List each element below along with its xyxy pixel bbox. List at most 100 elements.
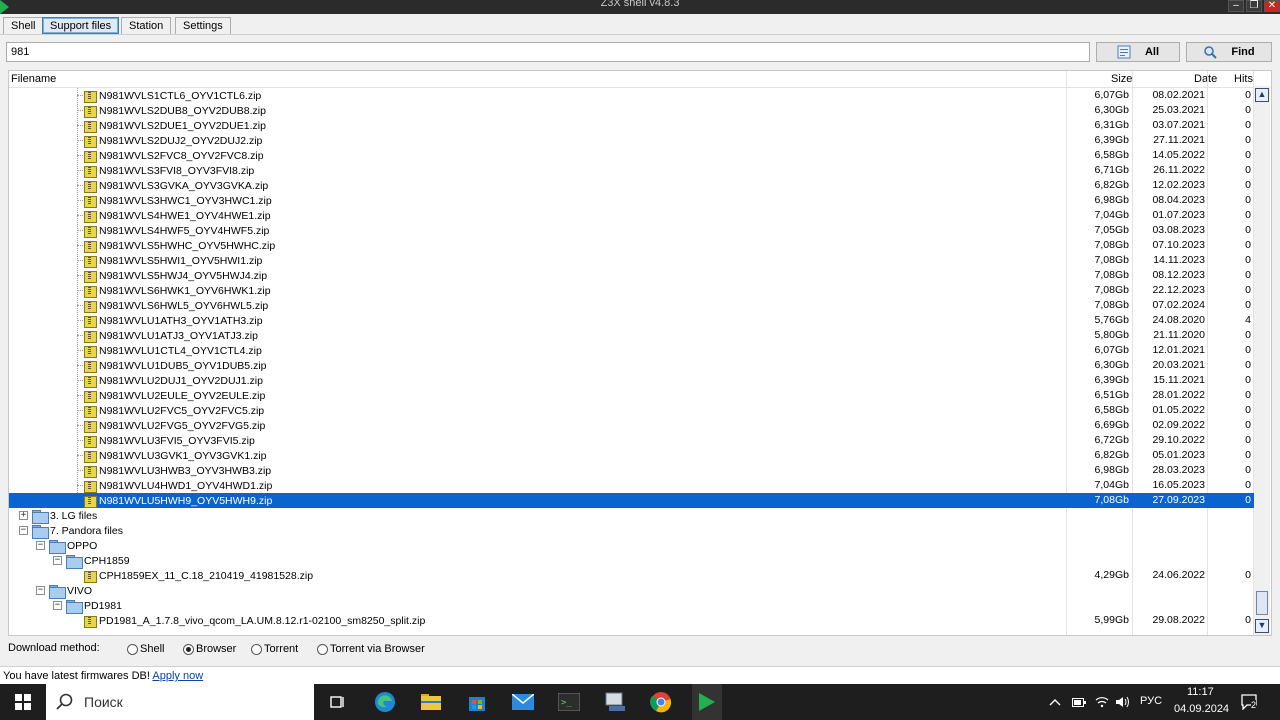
file-row[interactable]: N981WVLS5HWJ4_OYV5HWJ4.zip 7,08Gb 08.12.20… — [9, 268, 1254, 283]
radio-shell[interactable]: Shell — [127, 643, 164, 655]
volume-indicator[interactable] — [1114, 684, 1132, 720]
collapse-icon[interactable]: − — [19, 526, 28, 535]
radio-torrent[interactable]: Torrent — [251, 643, 298, 655]
row-name: N981WVLU1CTL4_OYV1CTL4.zip — [83, 343, 262, 358]
apply-now-link[interactable]: Apply now — [152, 670, 203, 682]
file-row[interactable]: N981WVLS3FVI8_OYV3FVI8.zip 6,71Gb 26.11.20… — [9, 163, 1254, 178]
radio-browser[interactable]: Browser — [183, 643, 236, 655]
file-row[interactable]: N981WVLS4HWF5_OYV4HWF5.zip 7,05Gb 03.08.20… — [9, 223, 1254, 238]
network-indicator[interactable] — [1093, 684, 1111, 720]
folder-row[interactable]: − 7. Pandora files — [9, 523, 1254, 539]
search-input[interactable] — [6, 42, 1090, 62]
file-row[interactable]: N981WVLS2DUJ2_OYV2DUJ2.zip 6,39Gb 27.11.20… — [9, 133, 1254, 148]
collapse-icon[interactable]: − — [36, 541, 45, 550]
tab-settings[interactable]: Settings — [175, 17, 231, 34]
file-row[interactable]: N981WVLU4HWD1_OYV4HWD1.zip 7,04Gb 16.05.20… — [9, 478, 1254, 493]
row-name: N981WVLS4HWE1_OYV4HWE1.zip — [83, 208, 271, 223]
file-row[interactable]: N981WVLU1ATH3_OYV1ATH3.zip 5,76Gb 24.08.20… — [9, 313, 1254, 328]
file-row[interactable]: N981WVLU3GVK1_OYV3GVK1.zip 6,82Gb 05.01.20… — [9, 448, 1254, 463]
mail-app-button[interactable] — [508, 684, 538, 720]
file-row[interactable]: N981WVLU3HWB3_OYV3HWB3.zip 6,98Gb 28.03.20… — [9, 463, 1254, 478]
z3x-shell-app-button[interactable] — [692, 684, 722, 720]
file-row[interactable]: N981WVLU1CTL4_OYV1CTL4.zip 6,07Gb 12.01.20… — [9, 343, 1254, 358]
file-hits: 0 — [1245, 104, 1251, 116]
zip-file-icon — [83, 105, 97, 118]
collapse-icon[interactable]: − — [53, 601, 62, 610]
all-button[interactable]: All — [1096, 42, 1180, 62]
taskbar-search[interactable]: Поиск — [46, 684, 314, 720]
terminal-app-button[interactable]: >_ — [554, 684, 584, 720]
file-row[interactable]: N981WVLU2DUJ1_OYV2DUJ1.zip 6,39Gb 15.11.20… — [9, 373, 1254, 388]
store-app-button[interactable] — [462, 684, 492, 720]
file-row[interactable]: N981WVLS6HWK1_OYV6HWK1.zip 7,08Gb 22.12.20… — [9, 283, 1254, 298]
file-row[interactable]: N981WVLU2FVG5_OYV2FVG5.zip 6,69Gb 02.09.20… — [9, 418, 1254, 433]
file-row[interactable]: N981WVLU5HWH9_OYV5HWH9.zip 7,08Gb 27.09.20… — [9, 493, 1254, 508]
column-size[interactable]: Size — [1111, 73, 1132, 85]
start-button[interactable] — [0, 684, 46, 720]
file-row[interactable]: N981WVLS3GVKA_OYV3GVKA.zip 6,82Gb 12.02.20… — [9, 178, 1254, 193]
radio-indicator[interactable] — [317, 643, 328, 655]
edge-app-button[interactable] — [370, 684, 400, 720]
collapse-icon[interactable]: − — [53, 556, 62, 565]
file-row[interactable]: N981WVLU3FVI5_OYV3FVI5.zip 6,72Gb 29.10.20… — [9, 433, 1254, 448]
vertical-scrollbar[interactable]: ▲ ▼ — [1254, 86, 1270, 635]
battery-indicator[interactable] — [1070, 684, 1088, 720]
file-row[interactable]: N981WVLS2FVC8_OYV2FVC8.zip 6,58Gb 14.05.20… — [9, 148, 1254, 163]
task-view-icon — [330, 696, 344, 708]
radio-indicator[interactable] — [183, 643, 194, 655]
folder-row[interactable]: − CPH1859 — [9, 553, 1254, 569]
clock-time[interactable]: 11:17 — [1187, 686, 1214, 698]
expand-icon[interactable]: + — [19, 511, 28, 520]
notifications-button[interactable]: 2 — [1238, 684, 1262, 720]
clock-date[interactable]: 04.09.2024 — [1174, 703, 1229, 715]
file-row[interactable]: N981WVLU1DUB5_OYV1DUB5.zip 6,30Gb 20.03.20… — [9, 358, 1254, 373]
file-explorer-button[interactable] — [416, 684, 446, 720]
folder-row[interactable]: − OPPO — [9, 538, 1254, 554]
file-row[interactable]: N981WVLS4HWE1_OYV4HWE1.zip 7,04Gb 01.07.20… — [9, 208, 1254, 223]
zip-file-icon — [83, 225, 97, 238]
column-date[interactable]: Date — [1194, 73, 1217, 85]
column-hits[interactable]: Hits — [1234, 73, 1253, 85]
scroll-down-button[interactable]: ▼ — [1255, 619, 1269, 633]
file-row[interactable]: N981WVLS6HWL5_OYV6HWL5.zip 7,08Gb 07.02.20… — [9, 298, 1254, 313]
collapse-icon[interactable]: − — [36, 586, 45, 595]
close-button[interactable]: ✕ — [1264, 0, 1280, 12]
file-row[interactable]: N981WVLU2FVC5_OYV2FVC5.zip 6,58Gb 01.05.20… — [9, 403, 1254, 418]
tab-station[interactable]: Station — [121, 17, 172, 34]
file-row[interactable]: N981WVLU1ATJ3_OYV1ATJ3.zip 5,80Gb 21.11.20… — [9, 328, 1254, 343]
file-list[interactable]: Filename Size Date Hits N981WVLS1CTL6_OY… — [8, 70, 1272, 636]
folder-name: VIVO — [67, 584, 93, 597]
radio-torrent-via-browser[interactable]: Torrent via Browser — [317, 643, 425, 655]
file-row[interactable]: N981WVLS2DUE1_OYV2DUE1.zip 6,31Gb 03.07.20… — [9, 118, 1254, 133]
find-button[interactable]: Find — [1186, 42, 1272, 62]
folder-row[interactable]: − VIVO — [9, 583, 1254, 599]
file-row[interactable]: N981WVLS5HWHC_OYV5HWHC.zip 7,08Gb 07.10.20… — [9, 238, 1254, 253]
file-date: 25.03.2021 — [1152, 104, 1205, 116]
app-button[interactable] — [600, 684, 630, 720]
zip-file-icon — [83, 315, 97, 328]
radio-indicator[interactable] — [251, 643, 262, 655]
minimize-button[interactable]: – — [1228, 0, 1244, 12]
maximize-button[interactable]: ❐ — [1246, 0, 1262, 12]
radio-indicator[interactable] — [127, 643, 138, 655]
chrome-app-button[interactable] — [646, 684, 676, 720]
file-date: 28.03.2023 — [1152, 464, 1205, 476]
scroll-thumb[interactable] — [1256, 591, 1268, 615]
tray-overflow-button[interactable] — [1046, 684, 1064, 720]
folder-row[interactable]: − PD1981 — [9, 598, 1254, 614]
tab-shell[interactable]: Shell — [3, 17, 44, 34]
column-filename[interactable]: Filename — [11, 73, 56, 85]
row-name: N981WVLS5HWI1_OYV5HWI1.zip — [83, 253, 262, 268]
input-language[interactable]: РУС — [1140, 695, 1162, 707]
file-row[interactable]: N981WVLS5HWI1_OYV5HWI1.zip 7,08Gb 14.11.20… — [9, 253, 1254, 268]
task-view-button[interactable] — [322, 684, 352, 720]
file-row[interactable]: N981WVLS3HWC1_OYV3HWC1.zip 6,98Gb 08.04.20… — [9, 193, 1254, 208]
file-row[interactable]: N981WVLS2DUB8_OYV2DUB8.zip 6,30Gb 25.03.20… — [9, 103, 1254, 118]
file-row[interactable]: PD1981_A_1.7.8_vivo_qcom_LA.UM.8.12.r1-0… — [9, 613, 1254, 628]
scroll-up-button[interactable]: ▲ — [1255, 88, 1269, 102]
file-row[interactable]: N981WVLS1CTL6_OYV1CTL6.zip 6,07Gb 08.02.20… — [9, 88, 1254, 103]
file-row[interactable]: N981WVLU2EULE_OYV2EULE.zip 6,51Gb 28.01.20… — [9, 388, 1254, 403]
folder-row[interactable]: +3. LG files — [9, 508, 1254, 524]
file-row[interactable]: CPH1859EX_11_C.18_210419_41981528.zip 4,2… — [9, 568, 1254, 583]
tab-support-files[interactable]: Support files — [42, 17, 120, 34]
